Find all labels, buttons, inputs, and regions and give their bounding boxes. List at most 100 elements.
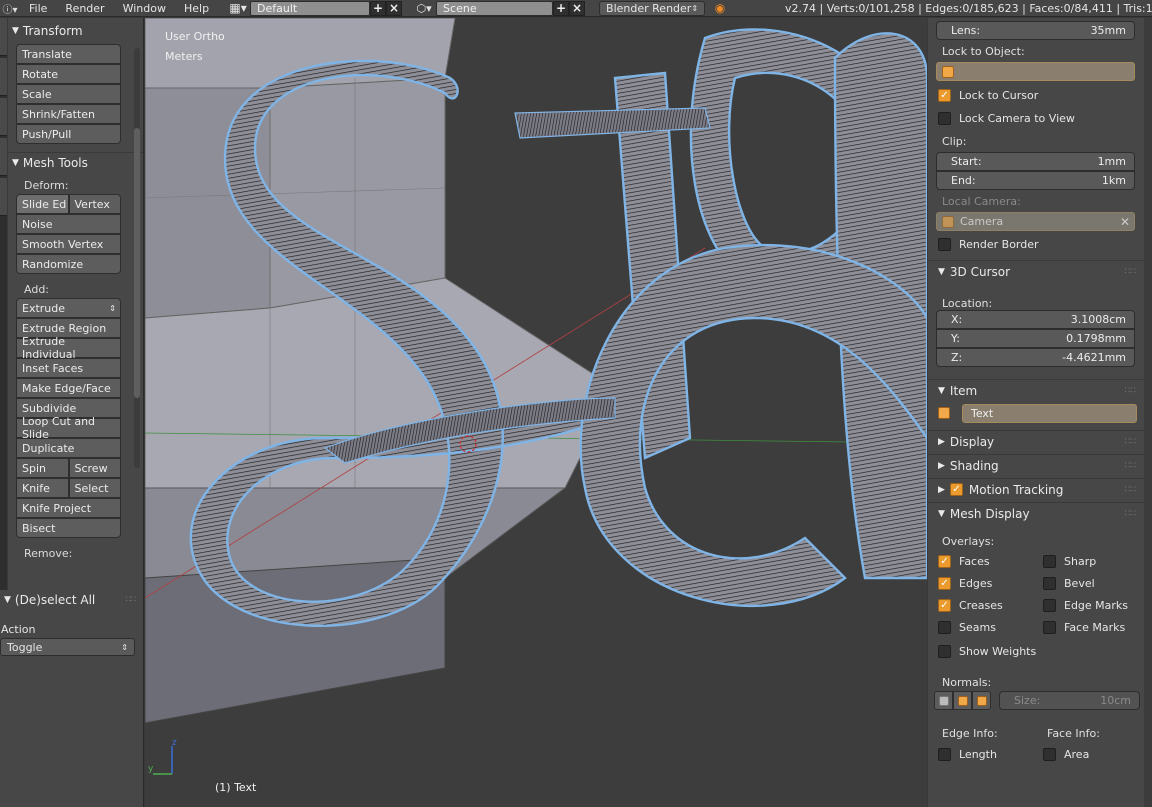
lens-field[interactable]: Lens: 35mm: [936, 21, 1135, 40]
randomize-button[interactable]: Randomize: [16, 254, 121, 274]
knife-select-row: Knife Select: [16, 478, 121, 498]
tab-relations[interactable]: [0, 98, 7, 136]
knife-select-button[interactable]: Select: [68, 478, 121, 498]
menu-file[interactable]: File: [20, 2, 56, 15]
bisect-button[interactable]: Bisect: [16, 518, 121, 538]
spin-button[interactable]: Spin: [16, 458, 69, 478]
clear-x-icon[interactable]: ✕: [1120, 215, 1130, 229]
shading-panel-header[interactable]: ▶ Shading ∷∷: [928, 454, 1144, 476]
cursor-z-field[interactable]: Z: -4.4621mm: [936, 348, 1135, 367]
face-normals-icon[interactable]: [972, 691, 991, 710]
layout-name-field[interactable]: Default: [250, 0, 371, 16]
add-scene-icon[interactable]: +: [553, 0, 570, 16]
push-pull-button[interactable]: Push/Pull: [16, 124, 121, 144]
mesh-tools-panel-header[interactable]: ▼ Mesh Tools: [8, 152, 143, 172]
tab-create[interactable]: [0, 58, 7, 96]
vertex-normals-icon[interactable]: [934, 691, 953, 710]
cursor-y-field[interactable]: Y: 0.1798mm: [936, 329, 1135, 348]
lock-to-cursor-checkbox[interactable]: ✓ Lock to Cursor: [928, 84, 1144, 107]
lock-camera-checkbox[interactable]: Lock Camera to View: [928, 107, 1144, 130]
display-panel-header[interactable]: ▶ Display ∷∷: [928, 430, 1144, 452]
extrude-select[interactable]: Extrude ⇕: [16, 298, 121, 318]
transform-panel-header[interactable]: ▼ Transform: [8, 21, 143, 41]
remove-label: Remove:: [24, 547, 73, 560]
noise-button[interactable]: Noise: [16, 214, 121, 234]
clip-start-field[interactable]: Start: 1mm: [936, 152, 1135, 171]
scale-button[interactable]: Scale: [16, 84, 121, 104]
face-marks-checkbox[interactable]: Face Marks: [1033, 616, 1138, 638]
normals-label: Normals:: [942, 676, 992, 689]
scene-icon[interactable]: ⬡▾: [412, 1, 436, 16]
seams-checkbox[interactable]: Seams: [928, 616, 1033, 638]
action-select[interactable]: Toggle ⇕: [0, 638, 135, 656]
operator-panel-header[interactable]: ▼ (De)select All ∷∷: [0, 590, 143, 610]
drag-handle-icon[interactable]: ∷∷: [126, 595, 137, 605]
close-scene-icon[interactable]: ×: [569, 0, 586, 16]
tab-tools[interactable]: [0, 18, 7, 56]
mesh-display-panel-header[interactable]: ▼ Mesh Display ∷∷: [928, 502, 1144, 524]
tab-shading[interactable]: [0, 138, 7, 176]
item-name-field[interactable]: Text: [962, 403, 1137, 423]
knife-button[interactable]: Knife: [16, 478, 69, 498]
item-panel-header[interactable]: ▼ Item ∷∷: [928, 379, 1144, 401]
vertex-slide-button[interactable]: Vertex: [68, 194, 121, 214]
3d-cursor-panel-header[interactable]: ▼ 3D Cursor ∷∷: [928, 260, 1144, 282]
creases-checkbox[interactable]: ✓ Creases: [928, 594, 1033, 616]
make-edge-face-button[interactable]: Make Edge/Face: [16, 378, 121, 398]
show-weights-checkbox[interactable]: Show Weights: [928, 640, 1144, 663]
z-value: -4.4621mm: [1062, 351, 1126, 364]
render-engine-select[interactable]: Blender Render ⇕: [599, 0, 706, 16]
deform-label: Deform:: [24, 179, 69, 192]
menu-window[interactable]: Window: [114, 2, 175, 15]
inset-faces-button[interactable]: Inset Faces: [16, 358, 121, 378]
shrink-fatten-button[interactable]: Shrink/Fatten: [16, 104, 121, 124]
length-checkbox[interactable]: Length: [928, 743, 1033, 765]
knife-project-button[interactable]: Knife Project: [16, 498, 121, 518]
drag-handle-icon[interactable]: ∷∷: [1125, 267, 1136, 277]
motion-tracking-panel-header[interactable]: ▶ ✓ Motion Tracking ∷∷: [928, 478, 1144, 500]
sharp-checkbox[interactable]: Sharp: [1033, 550, 1138, 572]
tool-tabs[interactable]: [0, 18, 7, 590]
loop-normals-icon[interactable]: [953, 691, 972, 710]
drag-handle-icon[interactable]: ∷∷: [1125, 509, 1136, 519]
slide-edge-button[interactable]: Slide Ed: [16, 194, 69, 214]
edge-marks-checkbox[interactable]: Edge Marks: [1033, 594, 1138, 616]
smooth-vertex-button[interactable]: Smooth Vertex: [16, 234, 121, 254]
duplicate-button[interactable]: Duplicate: [16, 438, 121, 458]
bevel-checkbox[interactable]: Bevel: [1033, 572, 1138, 594]
tab-options[interactable]: [0, 178, 7, 216]
object-cube-icon: [938, 407, 950, 419]
edges-checkbox[interactable]: ✓ Edges: [928, 572, 1033, 594]
menu-help[interactable]: Help: [175, 2, 218, 15]
drag-handle-icon[interactable]: ∷∷: [1125, 437, 1136, 447]
3d-viewport[interactable]: User Ortho Meters z y (1) Text: [145, 18, 927, 807]
area-checkbox[interactable]: Area: [1033, 743, 1138, 765]
add-layout-icon[interactable]: +: [370, 0, 387, 16]
rotate-button[interactable]: Rotate: [16, 64, 121, 84]
normals-size-field[interactable]: Size: 10cm: [999, 691, 1140, 710]
screw-button[interactable]: Screw: [68, 458, 121, 478]
scene-name-field[interactable]: Scene: [436, 0, 554, 16]
close-layout-icon[interactable]: ×: [386, 0, 403, 16]
drag-handle-icon[interactable]: ∷∷: [1125, 461, 1136, 471]
properties-scrollbar[interactable]: [1144, 18, 1152, 807]
loop-cut-button[interactable]: Loop Cut and Slide: [16, 415, 121, 441]
cursor-x-field[interactable]: X: 3.1008cm: [936, 310, 1135, 329]
translate-button[interactable]: Translate: [16, 44, 121, 64]
render-border-checkbox[interactable]: Render Border: [928, 233, 1144, 256]
expand-triangle-icon: ▶: [938, 460, 945, 471]
edges-label: Edges: [959, 576, 993, 590]
info-icon[interactable]: ⓘ▾: [0, 0, 20, 16]
menu-render[interactable]: Render: [56, 2, 113, 15]
layout-grid-icon[interactable]: ▦▾: [226, 1, 250, 16]
toolshelf-scrollbar[interactable]: [134, 48, 140, 468]
checkbox-on-icon[interactable]: ✓: [949, 483, 963, 496]
drag-handle-icon[interactable]: ∷∷: [1125, 485, 1136, 495]
drag-handle-icon[interactable]: ∷∷: [1125, 386, 1136, 396]
lock-object-field[interactable]: [936, 62, 1135, 81]
faces-checkbox[interactable]: ✓ Faces: [928, 550, 1033, 572]
sharp-label: Sharp: [1064, 554, 1097, 568]
extrude-individual-button[interactable]: Extrude Individual: [16, 335, 121, 361]
local-camera-field[interactable]: Camera ✕: [936, 212, 1135, 231]
clip-end-field[interactable]: End: 1km: [936, 171, 1135, 190]
